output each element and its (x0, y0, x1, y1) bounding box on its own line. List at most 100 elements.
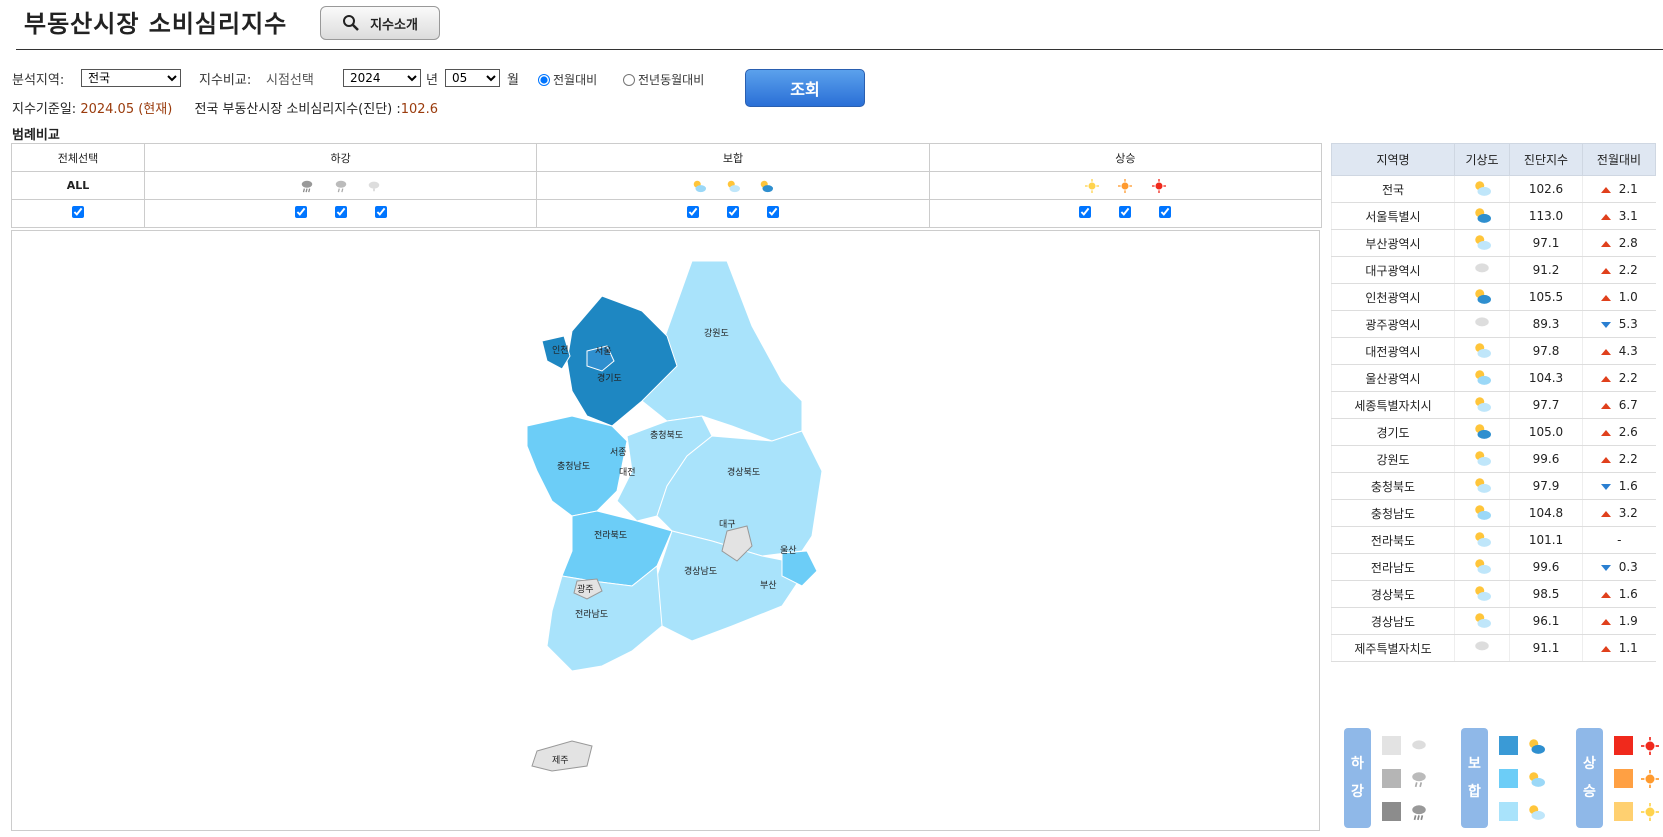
table-row[interactable]: 경상북도 98.5 1.6 (1331, 580, 1656, 608)
change-cell: 3.1 (1582, 202, 1656, 230)
change-value: 2.1 (1618, 182, 1638, 196)
checkbox-up-1[interactable] (1079, 206, 1092, 218)
index-intro-label: 지수소개 (370, 17, 418, 33)
base-date-label: 지수기준일: (12, 102, 77, 117)
region-name: 세종특별자치시 (1331, 391, 1455, 419)
radio-mom-input[interactable] (538, 73, 550, 86)
map-label-ulsan: 울산 (780, 545, 797, 556)
index-value: 97.9 (1509, 472, 1583, 500)
sun-cloud-light-icon (1473, 396, 1491, 416)
change-cell: 2.2 (1582, 364, 1656, 392)
checkbox-down-2[interactable] (334, 206, 347, 218)
sun-cloud-icon (1529, 772, 1545, 787)
weather-cell (1454, 553, 1510, 581)
table-row[interactable]: 경기도 105.0 2.6 (1331, 418, 1656, 446)
table-row[interactable]: 충청남도 104.8 3.2 (1331, 499, 1656, 527)
arrow-up-icon (1600, 510, 1611, 517)
radio-year-over-year[interactable]: 전년동월대비 (623, 71, 704, 88)
swatch-up-3 (1614, 802, 1633, 821)
index-value: 91.1 (1509, 634, 1583, 662)
checkbox-stable-1[interactable] (686, 206, 699, 218)
region-name: 울산광역시 (1331, 364, 1455, 392)
korea-map: 인천 서울 경기도 강원도 충청북도 서종 대전 충청남도 경상북도 대구 전라… (526, 260, 823, 772)
year-select[interactable]: 2024 (343, 69, 421, 87)
region-index-table: 지역명 기상도 진단지수 전월대비 전국 102.6 2.1 서울특별시 113.0 3.… (1331, 143, 1656, 662)
all-label: ALL (11, 171, 145, 200)
index-intro-button[interactable]: 지수소개 (320, 6, 440, 40)
hot-sun-icon (1641, 737, 1659, 755)
table-row[interactable]: 충청북도 97.9 1.6 (1331, 472, 1656, 500)
sun-icon (1641, 770, 1659, 788)
table-row[interactable]: 서울특별시 113.0 3.1 (1331, 202, 1656, 230)
sun-cloud-light-icon (1473, 180, 1491, 200)
map-label-daegu: 대구 (719, 519, 736, 530)
table-row[interactable]: 강원도 99.6 2.2 (1331, 445, 1656, 473)
cloud-icon (368, 181, 380, 191)
change-value: 1.0 (1618, 290, 1638, 304)
region-name: 충청북도 (1331, 472, 1455, 500)
region-name: 강원도 (1331, 445, 1455, 473)
table-row[interactable]: 전라북도 101.1 - (1331, 526, 1656, 554)
table-row[interactable]: 부산광역시 97.1 2.8 (1331, 229, 1656, 257)
region-name: 서울특별시 (1331, 202, 1455, 230)
radio-yoy-input[interactable] (623, 73, 635, 86)
table-row[interactable]: 경상남도 96.1 1.9 (1331, 607, 1656, 635)
table-row[interactable]: 인천광역시 105.5 1.0 (1331, 283, 1656, 311)
table-row[interactable]: 제주특별자치도 91.1 1.1 (1331, 634, 1656, 662)
table-row[interactable]: 광주광역시 89.3 5.3 (1331, 310, 1656, 338)
change-cell: 1.1 (1582, 634, 1656, 662)
change-value: 2.6 (1618, 425, 1638, 439)
change-value: 3.2 (1618, 506, 1638, 520)
query-button[interactable]: 조회 (745, 69, 865, 107)
weather-cell (1454, 607, 1510, 635)
index-value: 99.6 (1509, 553, 1583, 581)
weather-cell (1454, 283, 1510, 311)
th-weather: 기상도 (1454, 143, 1510, 176)
legend-down-char-1: 하 (1351, 756, 1364, 772)
map-label-gangwon: 강원도 (704, 328, 729, 339)
cloud-icon (1473, 316, 1491, 335)
weather-cell (1454, 634, 1510, 662)
weather-cell (1454, 391, 1510, 419)
table-row[interactable]: 울산광역시 104.3 2.2 (1331, 364, 1656, 392)
checkbox-up-2[interactable] (1119, 206, 1132, 218)
table-row[interactable]: 대전광역시 97.8 4.3 (1331, 337, 1656, 365)
region-name: 광주광역시 (1331, 310, 1455, 338)
table-row[interactable]: 세종특별자치시 97.7 6.7 (1331, 391, 1656, 419)
change-cell: 3.2 (1582, 499, 1656, 527)
map-label-sejong: 서종 (610, 447, 627, 458)
region-select[interactable]: 전국 (81, 69, 181, 87)
map-label-chungnam: 충청남도 (557, 461, 590, 472)
table-row[interactable]: 전국 102.6 2.1 (1331, 175, 1656, 203)
checkbox-down-1[interactable] (294, 206, 307, 218)
change-cell: 1.6 (1582, 472, 1656, 500)
th-index: 진단지수 (1509, 143, 1583, 176)
legend-up-label: 상승 (1576, 728, 1603, 828)
table-row[interactable]: 대구광역시 91.2 2.2 (1331, 256, 1656, 284)
weather-cell (1454, 472, 1510, 500)
month-select[interactable]: 05 (445, 69, 500, 87)
radio-month-over-month[interactable]: 전월대비 (538, 71, 597, 88)
checkbox-all[interactable] (72, 206, 84, 218)
change-cell: 2.1 (1582, 175, 1656, 203)
compare-label: 지수비교: (199, 73, 252, 88)
index-value: 104.3 (1509, 364, 1583, 392)
sun-cloud-light-icon (1473, 585, 1491, 605)
cloud-sun-dark-icon (1529, 739, 1545, 754)
col-up: 상승 (928, 143, 1323, 172)
sun-light-icon (1084, 178, 1099, 193)
sun-cloud-icon (694, 180, 707, 192)
map-label-gyeongnam: 경상남도 (684, 565, 717, 577)
swatch-stable-1 (1499, 736, 1518, 755)
checkbox-stable-2[interactable] (726, 206, 739, 218)
table-row[interactable]: 전라남도 99.6 0.3 (1331, 553, 1656, 581)
checkbox-stable-3[interactable] (766, 206, 779, 218)
index-value: 105.0 (1509, 418, 1583, 446)
sun-cloud-light-icon (1473, 450, 1491, 470)
checkbox-down-3[interactable] (374, 206, 387, 218)
up-icons (928, 171, 1323, 200)
checkbox-up-3[interactable] (1159, 206, 1172, 218)
sun-cloud-light-icon (1473, 234, 1491, 254)
index-value: 97.7 (1509, 391, 1583, 419)
sun-icon (1118, 178, 1133, 193)
